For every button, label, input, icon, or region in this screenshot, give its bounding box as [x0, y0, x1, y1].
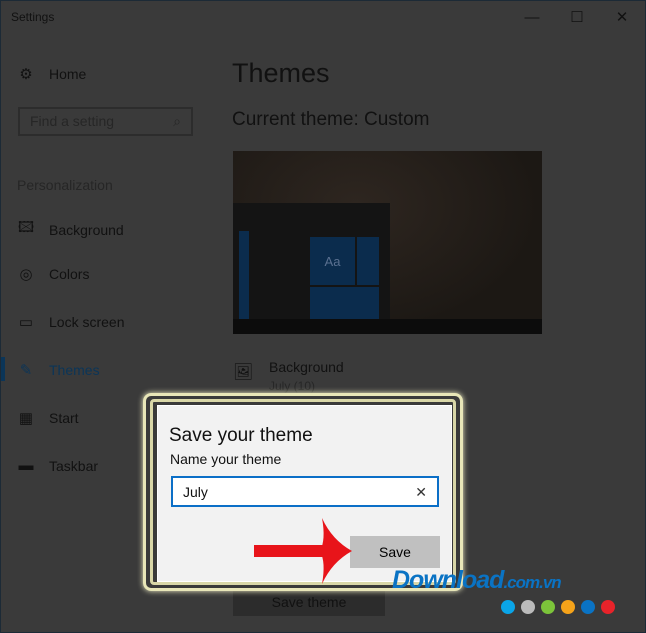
dot: [601, 600, 615, 614]
themes-icon: ✎: [19, 362, 33, 379]
save-theme-button[interactable]: Save theme: [233, 588, 385, 616]
dialog-label: Name your theme: [170, 451, 282, 467]
item-label: Start: [49, 410, 79, 426]
item-label: Taskbar: [49, 457, 99, 474]
sidebar-item-home[interactable]: ⚙ Home: [17, 65, 86, 83]
sidebar-item-themes[interactable]: ✎ Themes: [17, 361, 100, 379]
input-value: July: [183, 484, 208, 500]
dot: [561, 600, 575, 614]
dot: [521, 600, 535, 614]
sidebar-item-start[interactable]: ▦ Start: [17, 409, 79, 427]
sidebar-item-colors[interactable]: ◎ Colors: [17, 265, 89, 283]
item-label: Themes: [49, 362, 100, 378]
start-menu-preview: Aa: [233, 203, 390, 324]
taskbar-icon: ▬: [18, 457, 34, 474]
active-indicator: [1, 357, 5, 381]
search-placeholder: Find a setting: [30, 113, 115, 129]
sidebar-item-taskbar[interactable]: ▬ Taskbar: [17, 457, 99, 474]
section-heading: Personalization: [17, 177, 113, 193]
preview-tile: Aa: [309, 236, 356, 286]
home-label: Home: [49, 66, 87, 82]
watermark-logo: Download.com.vn: [392, 566, 562, 594]
background-label[interactable]: Background: [269, 359, 344, 375]
sidebar-item-lock-screen[interactable]: ▭ Lock screen: [17, 313, 125, 331]
item-label: Colors: [49, 266, 90, 282]
background-setting-icon: 🖼: [233, 364, 254, 381]
search-icon: ⌕: [173, 113, 181, 129]
minimize-button[interactable]: —: [509, 3, 555, 31]
theme-name-input[interactable]: July ✕: [171, 476, 439, 507]
dot: [581, 600, 595, 614]
search-input[interactable]: Find a setting ⌕: [18, 107, 193, 136]
item-label: Background: [49, 221, 124, 238]
dot: [501, 600, 515, 614]
red-arrow-annotation: [254, 518, 352, 584]
sidebar-item-background[interactable]: 🖾 Background: [17, 217, 124, 242]
background-value: July (10): [269, 379, 316, 393]
page-title: Themes: [232, 58, 330, 88]
current-theme: Current theme: Custom: [232, 109, 430, 130]
start-icon: ▦: [18, 410, 34, 427]
item-label: Lock screen: [49, 314, 125, 330]
palette-icon: ◎: [19, 266, 33, 283]
save-button[interactable]: Save: [350, 536, 440, 568]
image-icon: 🖾: [17, 219, 35, 236]
lock-screen-icon: ▭: [18, 314, 34, 331]
close-button[interactable]: ✕: [599, 3, 645, 31]
dot: [541, 600, 555, 614]
maximize-button[interactable]: ☐: [554, 3, 600, 31]
theme-preview: Aa: [233, 151, 542, 334]
dialog-title: Save your theme: [169, 425, 313, 446]
gear-icon: ⚙: [19, 66, 33, 83]
clear-icon[interactable]: ✕: [415, 484, 427, 500]
watermark-dots: [501, 600, 615, 614]
window-title: Settings: [11, 10, 55, 24]
